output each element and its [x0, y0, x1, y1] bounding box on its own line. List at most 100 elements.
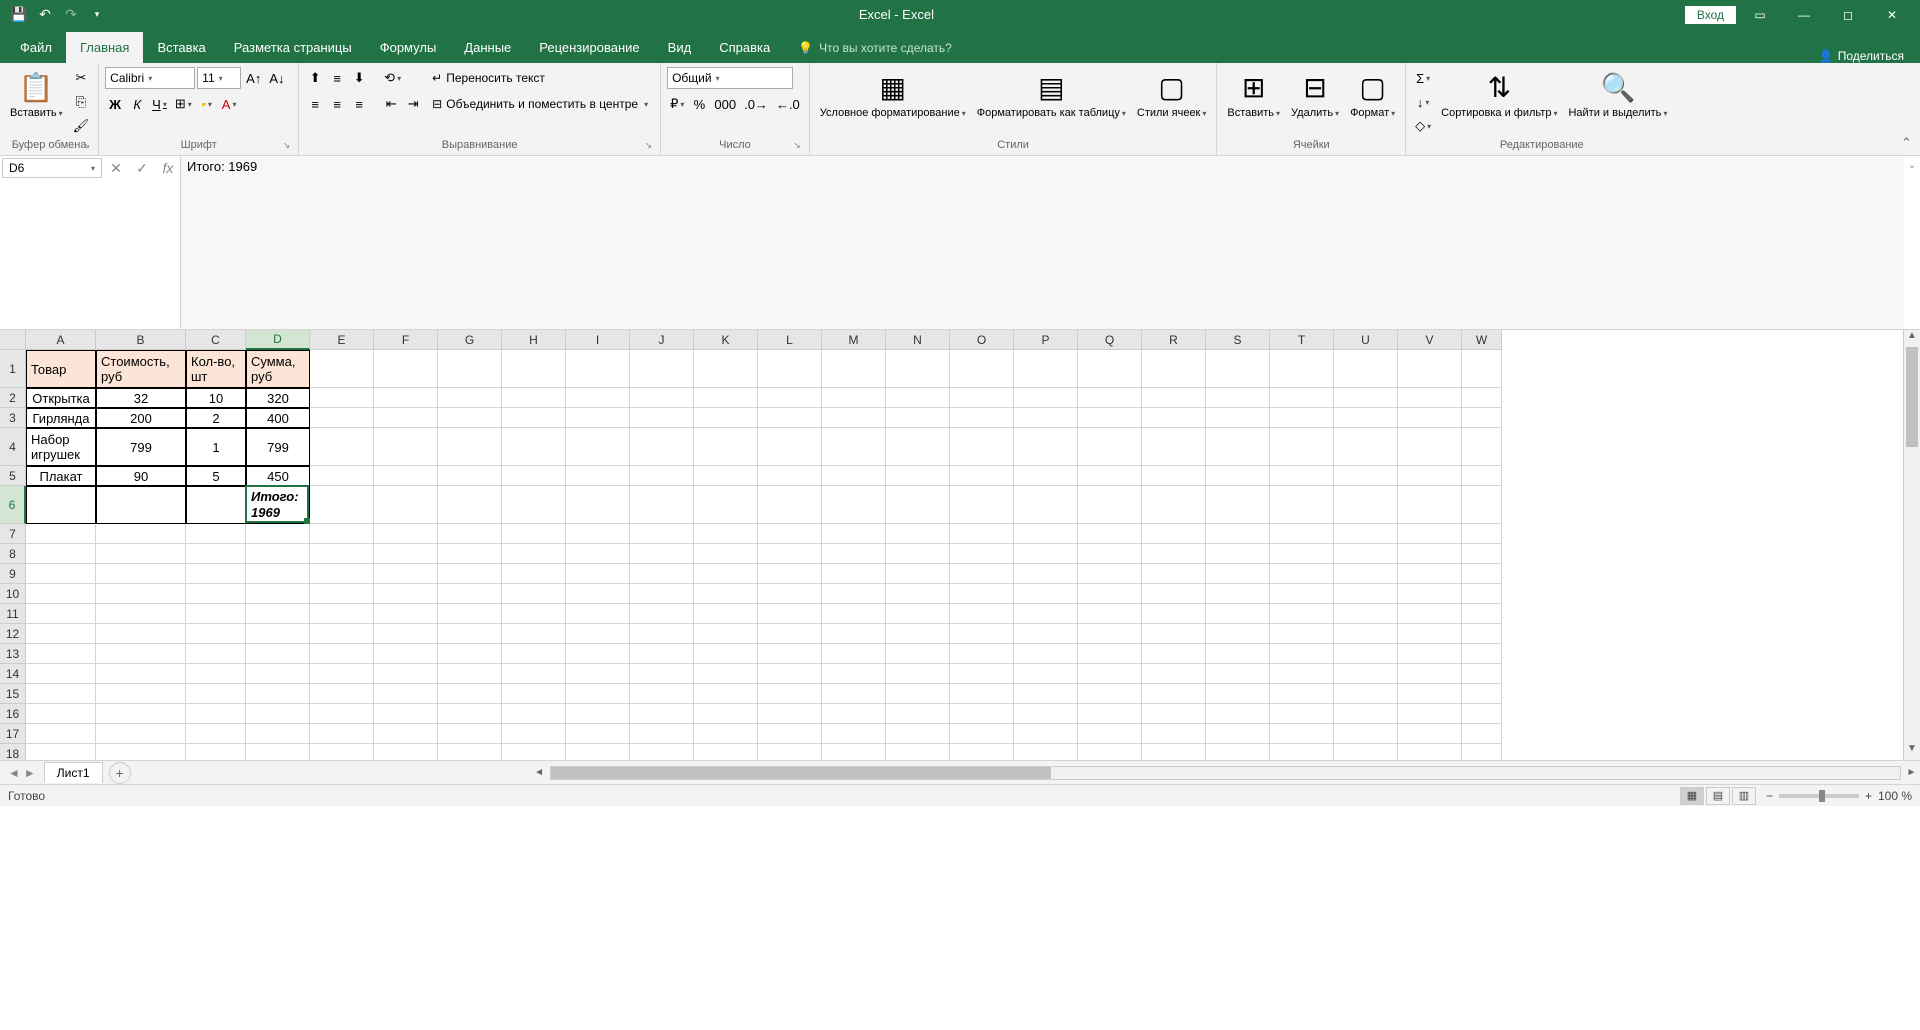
cell-W7[interactable]: [1462, 524, 1502, 544]
cells-container[interactable]: ТоварСтоимость, рубКол-во, штСумма, рубО…: [26, 350, 1502, 760]
cell-M4[interactable]: [822, 428, 886, 466]
cell-R15[interactable]: [1142, 684, 1206, 704]
conditional-formatting-button[interactable]: ▦ Условное форматирование: [816, 67, 970, 122]
cell-D14[interactable]: [246, 664, 310, 684]
cell-I12[interactable]: [566, 624, 630, 644]
cell-N9[interactable]: [886, 564, 950, 584]
autosum-icon[interactable]: Σ: [1412, 67, 1434, 89]
cell-K4[interactable]: [694, 428, 758, 466]
align-middle-icon[interactable]: ≡: [327, 67, 347, 89]
underline-button[interactable]: Ч: [149, 93, 170, 115]
row-header-15[interactable]: 15: [0, 684, 26, 704]
cell-E11[interactable]: [310, 604, 374, 624]
cell-P8[interactable]: [1014, 544, 1078, 564]
cell-O11[interactable]: [950, 604, 1014, 624]
cell-C14[interactable]: [186, 664, 246, 684]
cell-N11[interactable]: [886, 604, 950, 624]
cell-L18[interactable]: [758, 744, 822, 760]
cell-S14[interactable]: [1206, 664, 1270, 684]
cell-H18[interactable]: [502, 744, 566, 760]
cell-W4[interactable]: [1462, 428, 1502, 466]
cell-F18[interactable]: [374, 744, 438, 760]
cell-T17[interactable]: [1270, 724, 1334, 744]
cell-P11[interactable]: [1014, 604, 1078, 624]
cell-H1[interactable]: [502, 350, 566, 388]
cell-W1[interactable]: [1462, 350, 1502, 388]
borders-icon[interactable]: ⊞: [172, 93, 195, 115]
cell-V7[interactable]: [1398, 524, 1462, 544]
column-header-O[interactable]: O: [950, 330, 1014, 350]
cell-J7[interactable]: [630, 524, 694, 544]
cell-M10[interactable]: [822, 584, 886, 604]
enter-formula-icon[interactable]: ✓: [130, 158, 154, 178]
cell-L1[interactable]: [758, 350, 822, 388]
cell-V4[interactable]: [1398, 428, 1462, 466]
cell-K12[interactable]: [694, 624, 758, 644]
cell-P2[interactable]: [1014, 388, 1078, 408]
format-painter-icon[interactable]: 🖌: [70, 115, 93, 137]
name-box[interactable]: D6 ▾: [2, 158, 102, 178]
cell-Q12[interactable]: [1078, 624, 1142, 644]
cell-P6[interactable]: [1014, 486, 1078, 524]
cell-Q8[interactable]: [1078, 544, 1142, 564]
cell-A16[interactable]: [26, 704, 96, 724]
sheet-next-icon[interactable]: ►: [24, 766, 36, 780]
cell-Q2[interactable]: [1078, 388, 1142, 408]
cell-O4[interactable]: [950, 428, 1014, 466]
cell-B9[interactable]: [96, 564, 186, 584]
tab-file[interactable]: Файл: [6, 32, 66, 63]
cell-B7[interactable]: [96, 524, 186, 544]
column-header-N[interactable]: N: [886, 330, 950, 350]
align-bottom-icon[interactable]: ⬇: [349, 67, 369, 89]
cell-O12[interactable]: [950, 624, 1014, 644]
cell-J2[interactable]: [630, 388, 694, 408]
cell-S8[interactable]: [1206, 544, 1270, 564]
cell-W5[interactable]: [1462, 466, 1502, 486]
cell-M13[interactable]: [822, 644, 886, 664]
cell-F15[interactable]: [374, 684, 438, 704]
cell-M11[interactable]: [822, 604, 886, 624]
row-header-16[interactable]: 16: [0, 704, 26, 724]
increase-indent-icon[interactable]: ⇥: [403, 93, 423, 115]
cell-E6[interactable]: [310, 486, 374, 524]
font-size-select[interactable]: 11▾: [197, 67, 241, 89]
column-header-U[interactable]: U: [1334, 330, 1398, 350]
column-header-B[interactable]: B: [96, 330, 186, 350]
cell-R3[interactable]: [1142, 408, 1206, 428]
cell-K14[interactable]: [694, 664, 758, 684]
cell-A18[interactable]: [26, 744, 96, 760]
cell-L17[interactable]: [758, 724, 822, 744]
cell-L8[interactable]: [758, 544, 822, 564]
cell-F17[interactable]: [374, 724, 438, 744]
cell-M5[interactable]: [822, 466, 886, 486]
cell-L16[interactable]: [758, 704, 822, 724]
cell-M2[interactable]: [822, 388, 886, 408]
cell-T12[interactable]: [1270, 624, 1334, 644]
cell-W9[interactable]: [1462, 564, 1502, 584]
hscroll-thumb[interactable]: [551, 767, 1051, 779]
cell-B3[interactable]: 200: [96, 408, 186, 428]
row-header-3[interactable]: 3: [0, 408, 26, 428]
cell-F12[interactable]: [374, 624, 438, 644]
cell-B15[interactable]: [96, 684, 186, 704]
column-header-J[interactable]: J: [630, 330, 694, 350]
cell-B10[interactable]: [96, 584, 186, 604]
cell-M3[interactable]: [822, 408, 886, 428]
cell-R18[interactable]: [1142, 744, 1206, 760]
find-select-button[interactable]: 🔍 Найти и выделить: [1564, 67, 1671, 122]
cell-G6[interactable]: [438, 486, 502, 524]
cell-S18[interactable]: [1206, 744, 1270, 760]
cell-D5[interactable]: 450: [246, 466, 310, 486]
cell-C12[interactable]: [186, 624, 246, 644]
cell-U8[interactable]: [1334, 544, 1398, 564]
cell-U2[interactable]: [1334, 388, 1398, 408]
cell-B13[interactable]: [96, 644, 186, 664]
cell-U16[interactable]: [1334, 704, 1398, 724]
cell-L6[interactable]: [758, 486, 822, 524]
copy-icon[interactable]: ⎘: [70, 91, 93, 113]
cell-L12[interactable]: [758, 624, 822, 644]
cell-V15[interactable]: [1398, 684, 1462, 704]
cell-V14[interactable]: [1398, 664, 1462, 684]
cell-G9[interactable]: [438, 564, 502, 584]
comma-icon[interactable]: 000: [711, 93, 739, 115]
